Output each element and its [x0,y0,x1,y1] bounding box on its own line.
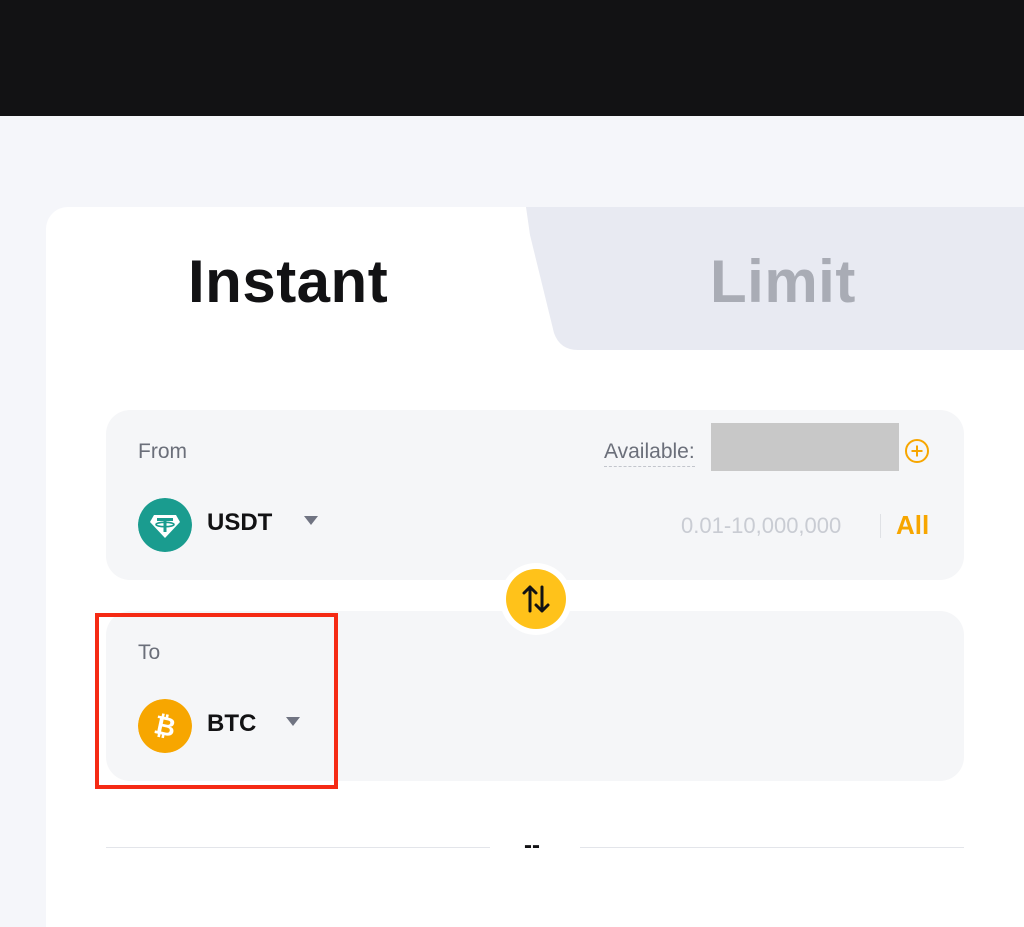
tab-instant[interactable]: Instant [188,252,388,312]
from-coin-name[interactable]: USDT [207,509,272,537]
from-coin-dropdown-icon[interactable] [304,516,318,525]
swap-button[interactable] [500,563,572,635]
from-label: From [138,440,187,463]
swap-button-inner[interactable] [506,569,566,629]
all-button[interactable]: All [896,510,929,541]
order-type-tabs: Instant Limit [46,207,1024,352]
range-divider [880,514,881,538]
tab-limit[interactable]: Limit [710,252,856,312]
swap-arrows-icon [522,585,550,613]
exchange-rate: -- [524,832,540,859]
highlight-box [95,613,338,789]
rate-divider-right [580,847,964,848]
tether-icon[interactable] [138,498,192,552]
add-funds-icon[interactable] [904,438,930,464]
rate-divider-left [106,847,490,848]
amount-range: 0.01-10,000,000 [681,513,842,538]
from-panel: From Available: USDT 0.01-10,000,000 All [106,410,964,580]
masked-balance [711,423,899,471]
top-bar [0,0,1024,116]
available-balance-label[interactable]: Available: [604,440,695,467]
